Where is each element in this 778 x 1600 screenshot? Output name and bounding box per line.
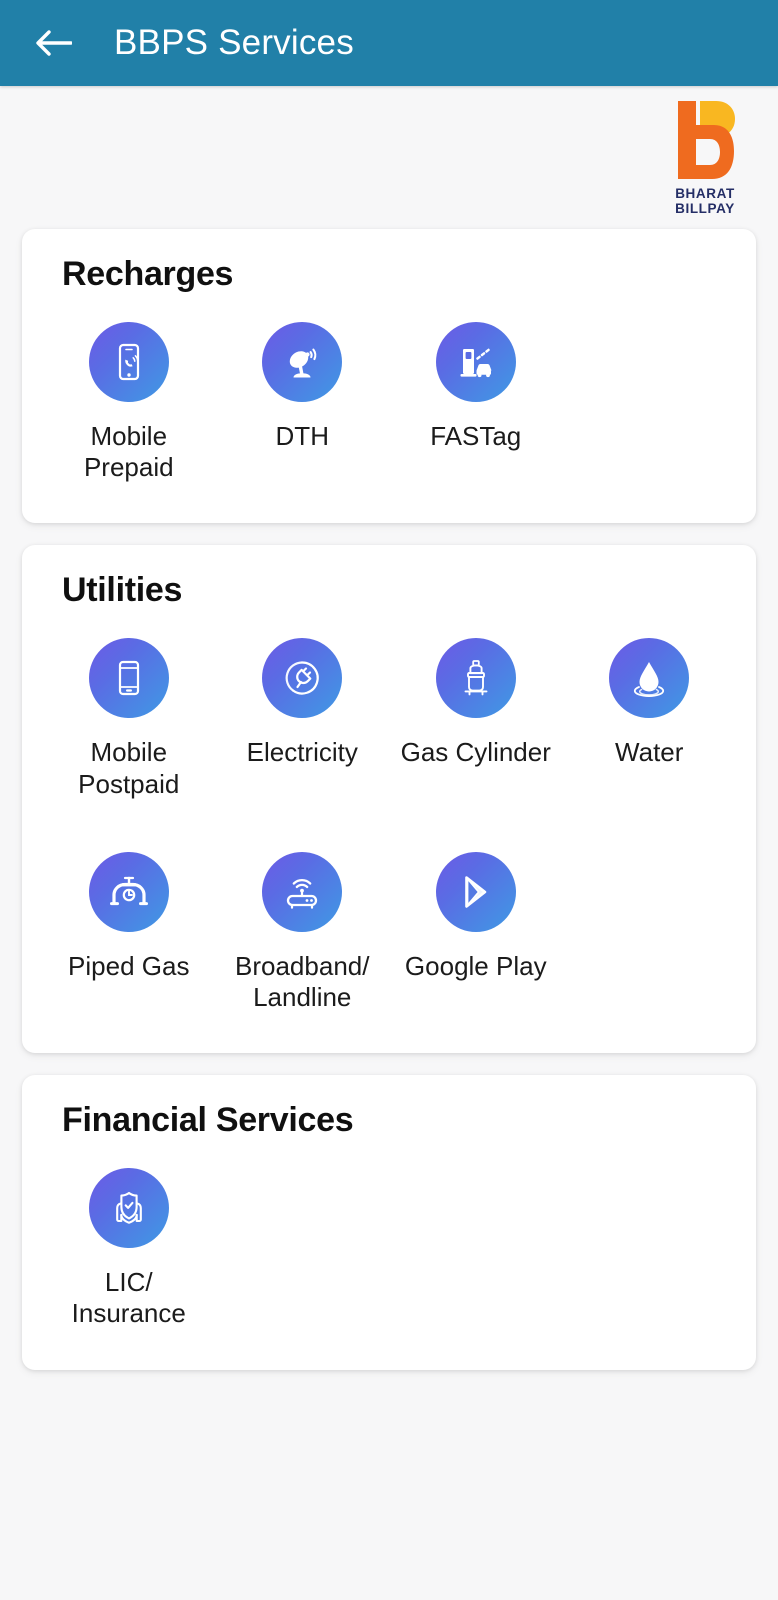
arrow-left-icon <box>34 28 72 58</box>
service-tile-google-play[interactable]: Google Play <box>389 838 563 1025</box>
service-label: Electricity <box>246 737 358 768</box>
wifi-router-icon <box>262 851 343 932</box>
app-bar: BBPS Services <box>0 0 778 86</box>
section-card-recharges: Recharges Mobile Prepaid DTH FASTag <box>22 229 756 524</box>
service-label: LIC/ Insurance <box>71 1267 186 1329</box>
service-label: FASTag <box>430 421 522 451</box>
section-title-recharges: Recharges <box>62 255 234 293</box>
smartphone-icon <box>88 638 169 719</box>
logo-strip: BHARAT BILLPAY <box>0 86 778 229</box>
service-label: Google Play <box>404 950 547 981</box>
service-tile-fastag[interactable]: FASTag <box>389 308 563 495</box>
service-tile-empty <box>563 308 737 495</box>
service-tile-piped-gas[interactable]: Piped Gas <box>42 838 216 1025</box>
bbps-services-screen: BBPS Services BHARAT BILLPAY Recharges M… <box>0 0 778 1600</box>
section-title-utilities: Utilities <box>62 571 183 610</box>
bharat-billpay-logo: BHARAT BILLPAY <box>674 99 736 216</box>
service-label: Mobile Postpaid <box>78 737 180 799</box>
section-card-utilities: Utilities Mobile Postpaid Electricity Ga… <box>22 545 756 1054</box>
service-label: Mobile Prepaid <box>83 421 174 483</box>
section-title-financial-services: Financial Services <box>62 1101 354 1140</box>
gas-cylinder-icon <box>435 638 516 719</box>
section-card-financial-services: Financial Services LIC/ Insurance <box>22 1075 756 1370</box>
bharat-billpay-mark-icon <box>674 99 736 181</box>
service-tile-electricity[interactable]: Electricity <box>216 624 390 811</box>
electric-plug-icon <box>262 638 343 719</box>
service-label: Broadband/ Landline <box>235 950 370 1012</box>
service-label: Piped Gas <box>68 950 190 981</box>
google-play-icon <box>435 851 516 932</box>
service-grid-recharges: Mobile Prepaid DTH FASTag <box>42 308 736 495</box>
page-title: BBPS Services <box>114 23 354 62</box>
service-tile-gas-cylinder[interactable]: Gas Cylinder <box>389 624 563 811</box>
toll-booth-car-icon <box>435 322 516 402</box>
service-tile-mobile-prepaid[interactable]: Mobile Prepaid <box>42 308 216 495</box>
service-tile-broadband-landline[interactable]: Broadband/ Landline <box>216 838 390 1025</box>
service-grid-financial-services: LIC/ Insurance <box>42 1154 736 1341</box>
service-label: Water <box>615 737 684 768</box>
service-tile-water[interactable]: Water <box>563 624 737 811</box>
service-label: Gas Cylinder <box>400 737 551 768</box>
service-tile-dth[interactable]: DTH <box>216 308 390 495</box>
service-tile-empty <box>389 1154 563 1341</box>
logo-text-line2: BILLPAY <box>675 201 735 216</box>
insurance-shield-hands-icon <box>88 1168 169 1249</box>
service-tile-lic-insurance[interactable]: LIC/ Insurance <box>42 1154 216 1341</box>
mobile-phone-call-icon <box>88 322 169 402</box>
service-tile-mobile-postpaid[interactable]: Mobile Postpaid <box>42 624 216 811</box>
grid-row-divider <box>42 812 736 838</box>
water-drop-icon <box>609 638 690 719</box>
service-label: DTH <box>275 421 329 451</box>
back-button[interactable] <box>30 20 76 66</box>
satellite-dish-icon <box>262 322 343 402</box>
service-tile-empty <box>563 838 737 1025</box>
pipeline-valve-icon <box>88 851 169 932</box>
service-grid-utilities: Mobile Postpaid Electricity Gas Cylinder… <box>42 624 736 1025</box>
service-tile-empty <box>216 1154 390 1341</box>
service-tile-empty <box>563 1154 737 1341</box>
logo-text: BHARAT BILLPAY <box>675 186 735 216</box>
logo-text-line1: BHARAT <box>675 185 735 201</box>
